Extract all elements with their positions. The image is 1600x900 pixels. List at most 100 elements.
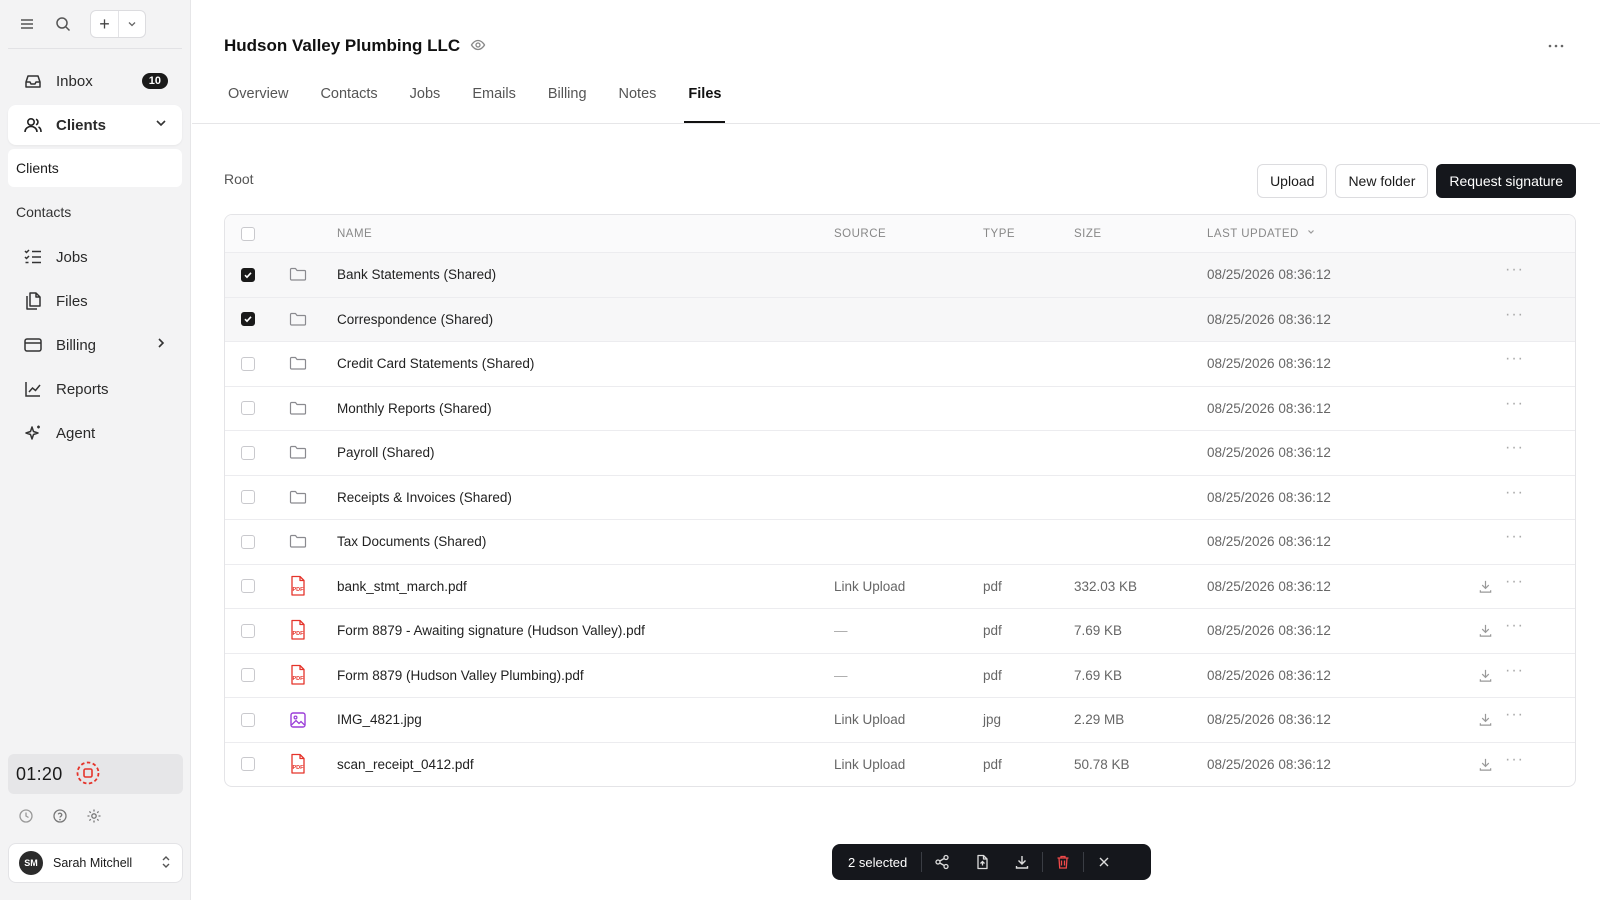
column-header-size[interactable]: SIZE: [1074, 228, 1102, 240]
chevron-right-icon[interactable]: [154, 336, 168, 354]
tab-billing[interactable]: Billing: [544, 80, 591, 123]
file-name[interactable]: Bank Statements (Shared): [337, 267, 496, 282]
table-row[interactable]: PDF scan_receipt_0412.pdf Link Upload pdf 50…: [225, 741, 1575, 787]
chevron-down-icon[interactable]: [119, 11, 145, 37]
move-file-icon[interactable]: [962, 844, 1002, 880]
column-header-name[interactable]: NAME: [337, 228, 372, 240]
row-checkbox[interactable]: [241, 356, 255, 371]
row-checkbox[interactable]: [241, 579, 255, 594]
sidebar-subitem-contacts[interactable]: Contacts: [8, 193, 182, 231]
row-checkbox[interactable]: [241, 401, 255, 416]
table-row[interactable]: PDF bank_stmt_march.pdf Link Upload pdf 332.…: [225, 563, 1575, 609]
menu-icon[interactable]: [16, 13, 38, 35]
tab-notes[interactable]: Notes: [615, 80, 661, 123]
time-tracker[interactable]: 01:20: [8, 754, 183, 794]
page-title: Hudson Valley Plumbing LLC: [224, 36, 461, 55]
tab-jobs[interactable]: Jobs: [406, 80, 445, 123]
settings-gear-icon[interactable]: [84, 806, 104, 826]
row-checkbox[interactable]: [241, 757, 255, 772]
request-signature-button[interactable]: Request signature: [1436, 164, 1576, 198]
file-name[interactable]: Form 8879 (Hudson Valley Plumbing).pdf: [337, 668, 584, 683]
column-header-source[interactable]: SOURCE: [834, 228, 886, 240]
trash-icon[interactable]: [1043, 844, 1083, 880]
table-row[interactable]: PDF Form 8879 - Awaiting signature (Hudso…: [225, 608, 1575, 653]
sidebar-item-label: Files: [56, 292, 88, 310]
sidebar-item-clients[interactable]: Clients: [8, 105, 182, 145]
row-more-options-icon[interactable]: ···: [1505, 306, 1524, 324]
table-row[interactable]: PDF Form 8879 (Hudson Valley Plumbing).pd…: [225, 652, 1575, 698]
table-row[interactable]: Bank Statements (Shared) 08/25/2026 08:36…: [225, 252, 1575, 297]
download-icon[interactable]: [1002, 844, 1042, 880]
tab-overview[interactable]: Overview: [224, 80, 292, 123]
download-icon[interactable]: [1478, 579, 1493, 597]
sidebar-item-billing[interactable]: Billing: [8, 325, 182, 365]
tab-emails[interactable]: Emails: [468, 80, 520, 123]
sidebar-item-agent[interactable]: Agent: [8, 413, 182, 453]
download-icon[interactable]: [1478, 668, 1493, 686]
row-more-options-icon[interactable]: ···: [1505, 395, 1524, 413]
table-row[interactable]: IMG_4821.jpg Link Upload jpg 2.29 MB 08/25/2…: [225, 697, 1575, 742]
sidebar-item-jobs[interactable]: Jobs: [8, 237, 182, 277]
row-more-options-icon[interactable]: ···: [1505, 662, 1524, 680]
file-name[interactable]: Payroll (Shared): [337, 445, 435, 460]
table-row[interactable]: Monthly Reports (Shared) 08/25/2026 08:36…: [225, 385, 1575, 431]
tab-files[interactable]: Files: [684, 80, 726, 123]
file-name[interactable]: Monthly Reports (Shared): [337, 401, 492, 416]
row-checkbox[interactable]: [241, 267, 255, 282]
file-name[interactable]: IMG_4821.jpg: [337, 712, 422, 727]
sidebar-item-inbox[interactable]: Inbox 10: [8, 61, 182, 101]
row-more-options-icon[interactable]: ···: [1505, 350, 1524, 368]
file-name[interactable]: scan_receipt_0412.pdf: [337, 757, 474, 772]
file-name[interactable]: Credit Card Statements (Shared): [337, 356, 534, 371]
file-name[interactable]: Correspondence (Shared): [337, 312, 493, 327]
file-name[interactable]: Receipts & Invoices (Shared): [337, 490, 512, 505]
file-name[interactable]: Tax Documents (Shared): [337, 534, 486, 549]
sidebar-item-files[interactable]: Files: [8, 281, 182, 321]
file-name[interactable]: Form 8879 - Awaiting signature (Hudson V…: [337, 623, 645, 638]
stop-timer-icon[interactable]: [75, 760, 101, 789]
download-icon[interactable]: [1478, 623, 1493, 641]
tab-contacts[interactable]: Contacts: [316, 80, 381, 123]
row-checkbox[interactable]: [241, 445, 255, 460]
download-icon[interactable]: [1478, 712, 1493, 730]
row-checkbox[interactable]: [241, 534, 255, 549]
row-more-options-icon[interactable]: ···: [1505, 528, 1524, 546]
eye-icon[interactable]: [470, 37, 486, 56]
upload-button[interactable]: Upload: [1257, 164, 1328, 198]
row-more-options-icon[interactable]: ···: [1505, 261, 1524, 279]
new-folder-button[interactable]: New folder: [1335, 164, 1429, 198]
row-checkbox[interactable]: [241, 312, 255, 327]
row-checkbox[interactable]: [241, 668, 255, 683]
row-checkbox[interactable]: [241, 623, 255, 638]
table-row[interactable]: Receipts & Invoices (Shared) 08/25/2026 0…: [225, 474, 1575, 520]
row-checkbox[interactable]: [241, 712, 255, 727]
row-more-options-icon[interactable]: ···: [1505, 751, 1524, 769]
sidebar-subitem-clients[interactable]: Clients: [8, 149, 182, 187]
table-row[interactable]: Payroll (Shared) 08/25/2026 08:36:12 ···: [225, 430, 1575, 475]
column-header-type[interactable]: TYPE: [983, 228, 1015, 240]
table-row[interactable]: Credit Card Statements (Shared) 08/25/202…: [225, 341, 1575, 386]
search-icon[interactable]: [52, 13, 74, 35]
row-more-options-icon[interactable]: ···: [1505, 706, 1524, 724]
help-icon[interactable]: [50, 806, 70, 826]
row-more-options-icon[interactable]: ···: [1505, 573, 1524, 591]
plus-icon[interactable]: +: [91, 11, 119, 37]
row-more-options-icon[interactable]: ···: [1505, 617, 1524, 635]
download-icon[interactable]: [1478, 757, 1493, 775]
chevron-down-icon[interactable]: [154, 116, 168, 134]
file-name[interactable]: bank_stmt_march.pdf: [337, 579, 467, 594]
table-row[interactable]: Correspondence (Shared) 08/25/2026 08:36:…: [225, 296, 1575, 341]
breadcrumb[interactable]: Root: [224, 171, 254, 187]
share-icon[interactable]: [922, 844, 962, 880]
close-icon[interactable]: [1084, 844, 1124, 880]
select-all-checkbox[interactable]: [241, 226, 255, 241]
column-header-last-updated[interactable]: LAST UPDATED: [1207, 227, 1316, 240]
history-icon[interactable]: [16, 806, 36, 826]
row-more-options-icon[interactable]: ···: [1505, 439, 1524, 457]
row-checkbox[interactable]: [241, 490, 255, 505]
sidebar-item-reports[interactable]: Reports: [8, 369, 182, 409]
user-account-switcher[interactable]: SM Sarah Mitchell: [8, 843, 183, 883]
more-options-icon[interactable]: [1544, 34, 1568, 58]
table-row[interactable]: Tax Documents (Shared) 08/25/2026 08:36:1…: [225, 519, 1575, 564]
row-more-options-icon[interactable]: ···: [1505, 484, 1524, 502]
